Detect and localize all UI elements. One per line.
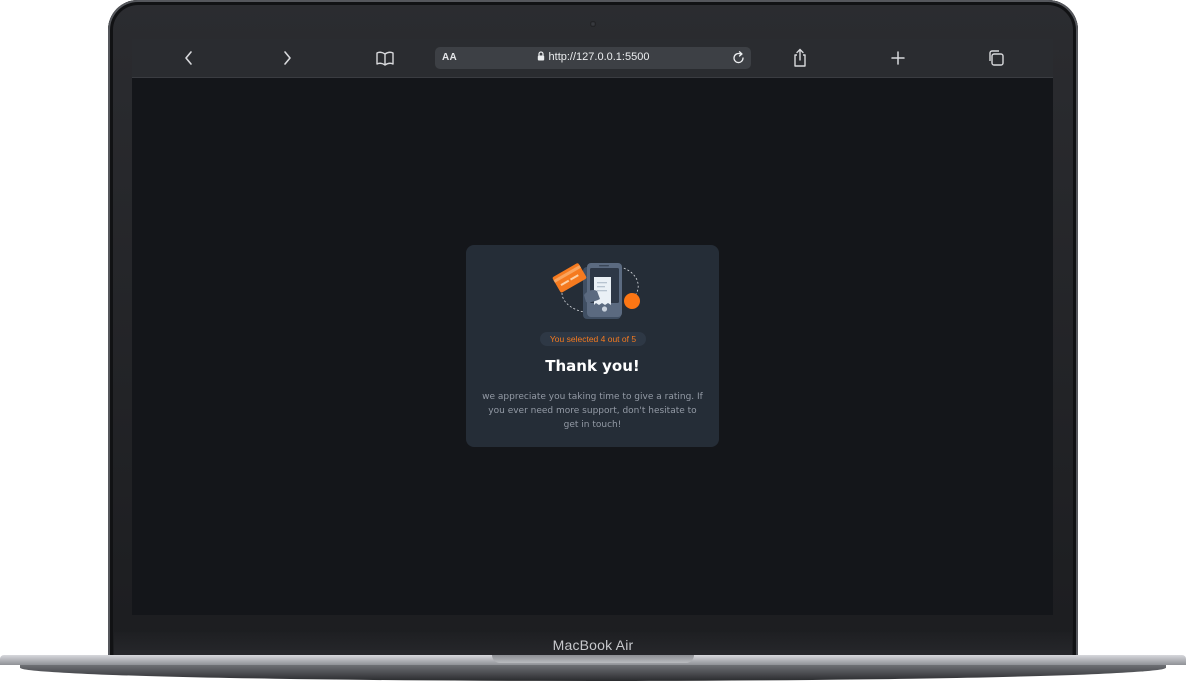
reload-icon[interactable] bbox=[731, 50, 747, 66]
thank-you-title: Thank you! bbox=[545, 357, 640, 375]
phone-receipt-card-illustration bbox=[552, 263, 640, 319]
thank-you-card: You selected 4 out of 5 Thank you! we ap… bbox=[466, 245, 719, 447]
laptop-base bbox=[0, 655, 1186, 681]
selected-rating-badge: You selected 4 out of 5 bbox=[540, 332, 646, 346]
new-tab-icon bbox=[891, 51, 905, 65]
address-bar[interactable]: AA http://127.0.0.1:5500 bbox=[435, 47, 751, 69]
forward-button[interactable] bbox=[275, 47, 299, 69]
browser-window: AA http://127.0.0.1:5500 You selected 4 … bbox=[132, 39, 1053, 615]
share-icon bbox=[794, 48, 806, 67]
bookmarks-icon bbox=[376, 51, 394, 66]
url-text: http://127.0.0.1:5500 bbox=[548, 51, 650, 63]
laptop-mockup: AA http://127.0.0.1:5500 You selected 4 … bbox=[0, 0, 1186, 681]
share-button[interactable] bbox=[788, 47, 812, 69]
thank-you-message: we appreciate you taking time to give a … bbox=[482, 392, 703, 430]
back-icon bbox=[185, 51, 192, 65]
base-bottom bbox=[20, 665, 1166, 681]
tabs-icon bbox=[989, 50, 1004, 66]
lock-icon bbox=[537, 51, 544, 61]
tabs-overview-button[interactable] bbox=[984, 47, 1008, 69]
device-label: MacBook Air bbox=[552, 637, 634, 653]
new-tab-button[interactable] bbox=[886, 47, 910, 69]
browser-toolbar: AA http://127.0.0.1:5500 bbox=[132, 39, 1053, 78]
base-notch bbox=[492, 655, 694, 663]
back-button[interactable] bbox=[177, 47, 201, 69]
webcam bbox=[590, 21, 596, 27]
bookmarks-button[interactable] bbox=[373, 47, 397, 69]
forward-icon bbox=[284, 51, 291, 65]
